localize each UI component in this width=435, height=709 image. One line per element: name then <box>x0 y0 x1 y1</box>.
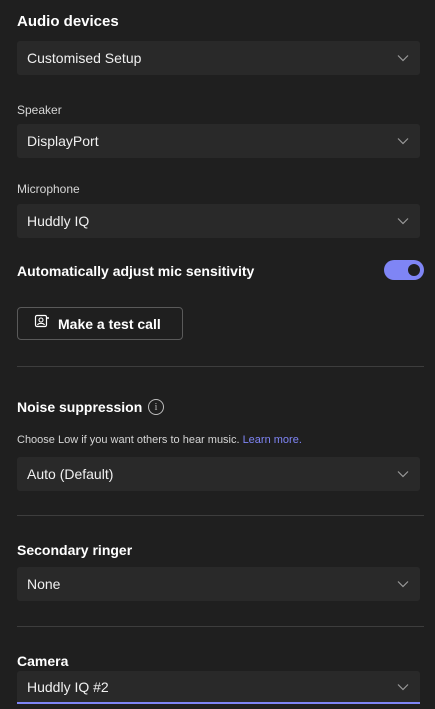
secondary-ringer-select[interactable]: None <box>17 567 420 601</box>
divider <box>17 515 424 516</box>
test-call-label: Make a test call <box>58 315 161 332</box>
speaker-select[interactable]: DisplayPort <box>17 124 420 158</box>
microphone-value: Huddly IQ <box>27 213 90 229</box>
chevron-down-icon <box>396 134 410 148</box>
chevron-down-icon <box>396 680 410 694</box>
chevron-down-icon <box>396 577 410 591</box>
chevron-down-icon <box>396 51 410 65</box>
noise-suppression-hint: Choose Low if you want others to hear mu… <box>17 434 302 446</box>
secondary-ringer-title: Secondary ringer <box>17 542 133 558</box>
chevron-down-icon <box>396 214 410 228</box>
speaker-label: Speaker <box>17 103 62 117</box>
chevron-down-icon <box>396 467 410 481</box>
noise-suppression-select[interactable]: Auto (Default) <box>17 457 420 491</box>
make-test-call-button[interactable]: Make a test call <box>17 307 183 340</box>
noise-suppression-value: Auto (Default) <box>27 466 114 482</box>
info-icon[interactable]: i <box>148 399 164 415</box>
noise-hint-text: Choose Low if you want others to hear mu… <box>17 434 240 446</box>
test-call-icon <box>34 313 50 334</box>
divider <box>17 626 424 627</box>
divider <box>17 366 424 367</box>
microphone-select[interactable]: Huddly IQ <box>17 204 420 238</box>
learn-more-link[interactable]: Learn more. <box>243 434 302 446</box>
camera-select[interactable]: Huddly IQ #2 <box>17 671 420 704</box>
camera-value: Huddly IQ #2 <box>27 678 109 695</box>
microphone-label: Microphone <box>17 182 80 196</box>
speaker-value: DisplayPort <box>27 133 99 149</box>
auto-adjust-label: Automatically adjust mic sensitivity <box>17 263 255 279</box>
auto-adjust-toggle[interactable] <box>384 260 424 280</box>
device-settings-panel: Audio devices Customised Setup Speaker D… <box>0 0 435 709</box>
secondary-ringer-value: None <box>27 576 61 592</box>
camera-title: Camera <box>17 653 69 669</box>
audio-devices-title: Audio devices <box>17 13 119 30</box>
noise-suppression-title: Noise suppression <box>17 399 143 415</box>
audio-setup-select[interactable]: Customised Setup <box>17 41 420 75</box>
toggle-knob <box>408 264 420 276</box>
audio-setup-value: Customised Setup <box>27 50 142 66</box>
